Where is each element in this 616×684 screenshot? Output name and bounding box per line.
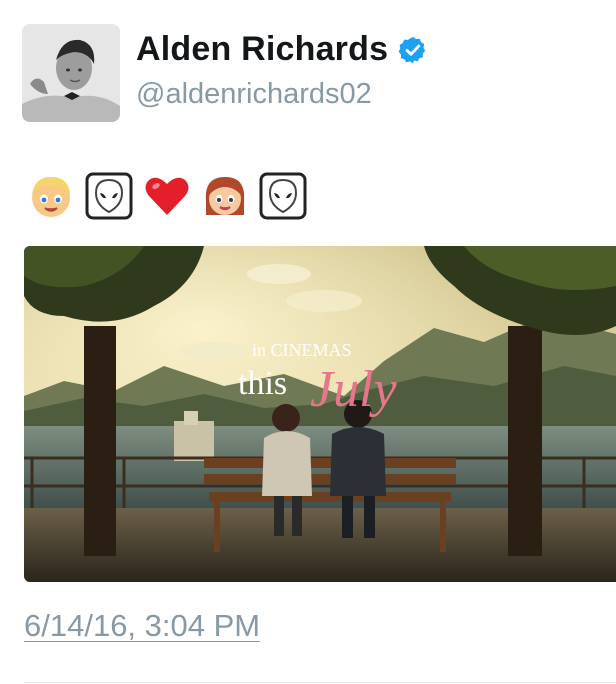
boy-emoji-icon [32,177,70,217]
movie-poster-image: in CINEMAS this July [24,246,616,582]
tweet-timestamp-link[interactable]: 6/14/16, 3:04 PM [24,608,260,644]
author-avatar[interactable] [22,24,120,122]
alien-emoji-icon [85,172,133,220]
poster-text-july: July [310,361,398,418]
tweet-text-emojis [26,170,308,222]
tweet-photo[interactable]: in CINEMAS this July [24,246,616,582]
author-name-row[interactable]: Alden Richards [136,30,428,69]
alien-emoji-icon [259,172,307,220]
poster-text-this: this [238,365,287,402]
avatar-photo [22,24,120,122]
girl-emoji-icon [205,177,245,215]
red-heart-emoji-icon [145,177,189,215]
author-display-name[interactable]: Alden Richards [136,30,388,69]
author-handle[interactable]: @aldenrichards02 [136,78,372,111]
divider [24,682,616,683]
poster-text-in-cinemas: in CINEMAS [252,340,352,360]
verified-badge-icon [398,36,426,63]
